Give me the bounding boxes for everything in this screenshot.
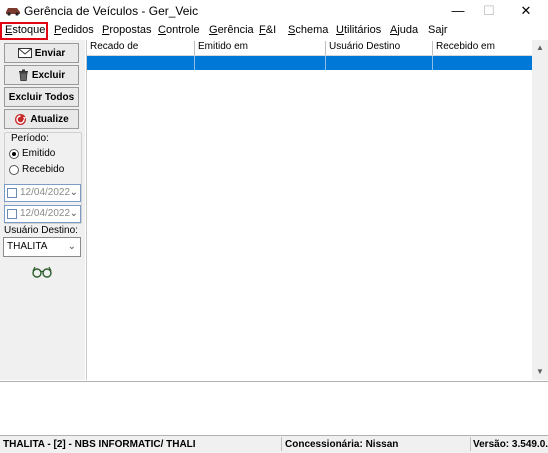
close-button[interactable]: ✕ [508,0,544,22]
envelope-icon [17,48,32,58]
menu-ajuda[interactable]: Ajuda [390,24,418,36]
excluir-todos-label: Excluir Todos [8,91,75,103]
menu-label: edidos [61,24,94,36]
excluir-todos-button[interactable]: Excluir Todos [4,87,79,107]
status-divider [470,437,471,451]
title-bar: Gerência de Veículos - Ger_Veic — ☐ ✕ [0,0,548,22]
table-cell [195,56,326,70]
status-concessionaria: Concessionária: Nissan [285,439,399,450]
menu-label: Sajr [428,24,448,36]
usuario-destino-value: THALITA [7,241,48,252]
excluir-label: Excluir [31,69,66,81]
radio-circle [9,164,19,175]
refresh-icon [15,113,27,125]
glasses-icon[interactable] [31,266,53,278]
atualize-button[interactable]: Atualize [4,109,79,129]
menu-highlight [0,22,48,40]
radio-recebido[interactable]: Recebido [9,164,64,175]
usuario-destino-select[interactable]: THALITA ⌄ [3,237,81,257]
menu-propostas[interactable]: Propostas [102,24,152,36]
message-panel[interactable] [0,381,548,436]
menu-gerencia[interactable]: Gerência [209,24,254,36]
menu-label: &I [265,24,277,36]
chevron-down-icon[interactable]: ⌄ [70,187,78,198]
menu-accent: U [336,24,344,36]
trash-icon [18,69,28,81]
status-divider [281,437,282,451]
table-row[interactable] [87,56,533,70]
date-end-value: 12/04/2022 [20,208,71,219]
menu-label: tilitários [343,24,382,36]
excluir-button[interactable]: Excluir [4,65,79,85]
vertical-scrollbar[interactable]: ▲ ▼ [532,40,548,380]
atualize-label: Atualize [30,113,69,125]
menu-accent: C [158,24,166,36]
date-start-checkbox[interactable] [7,188,17,198]
status-bar: THALITA - [2] - NBS INFORMATIC/ THALITA … [0,436,548,453]
recados-grid[interactable]: Recado de Emitido em Usuário Destino Rec… [86,40,533,380]
menu-label: erência [217,24,254,36]
menu-utilitarios[interactable]: Utilitários [336,24,381,36]
periodo-label: Período: [10,133,50,144]
scroll-up-icon[interactable]: ▲ [532,40,548,56]
date-start-value: 12/04/2022 [20,187,71,198]
usuario-destino-label: Usuário Destino: [4,225,78,236]
enviar-label: Enviar [34,47,66,59]
menu-fi[interactable]: F&I [259,24,276,36]
menu-label: chema [295,24,329,36]
window-title: Gerência de Veículos - Ger_Veic [24,4,199,18]
date-start-picker[interactable]: 12/04/2022 ⌄ [4,184,81,202]
menu-schema[interactable]: Schema [288,24,328,36]
column-header-usuario-destino[interactable]: Usuário Destino [326,41,433,55]
menu-bar: Estoque Pedidos Propostas Controle Gerên… [0,22,548,40]
column-header-emitido-em[interactable]: Emitido em [195,41,326,55]
status-versao: Versão: 3.549.0.0 [473,439,548,450]
grid-header: Recado de Emitido em Usuário Destino Rec… [87,40,533,56]
menu-sair[interactable]: Sajr [428,24,448,36]
scroll-down-icon[interactable]: ▼ [532,364,548,380]
column-header-recebido-em[interactable]: Recebido em [433,41,533,55]
menu-label: ropostas [109,24,152,36]
chevron-down-icon: ⌄ [67,241,76,252]
radio-emitido[interactable]: Emitido [9,148,55,159]
left-panel: Enviar Excluir Excluir Todos Atualize Pe… [0,40,85,380]
menu-accent: F [259,24,266,36]
chevron-down-icon[interactable]: ⌄ [70,208,78,219]
date-end-checkbox[interactable] [7,209,17,219]
table-cell [326,56,433,70]
radio-emitido-label: Emitido [22,148,56,159]
radio-recebido-label: Recebido [22,164,65,175]
menu-accent: G [209,24,218,36]
menu-label: ontrole [165,24,200,36]
maximize-button[interactable]: ☐ [471,0,507,22]
table-cell [433,56,533,70]
column-header-recado-de[interactable]: Recado de [87,41,195,55]
enviar-button[interactable]: Enviar [4,43,79,63]
menu-pedidos[interactable]: Pedidos [54,24,94,36]
status-user: THALITA - [2] - NBS INFORMATIC/ THALITA [3,439,195,450]
table-cell [87,56,195,70]
menu-label: juda [397,24,419,36]
date-end-picker[interactable]: 12/04/2022 ⌄ [4,205,81,223]
menu-controle[interactable]: Controle [158,24,200,36]
radio-circle [9,148,19,159]
car-icon [6,8,20,16]
